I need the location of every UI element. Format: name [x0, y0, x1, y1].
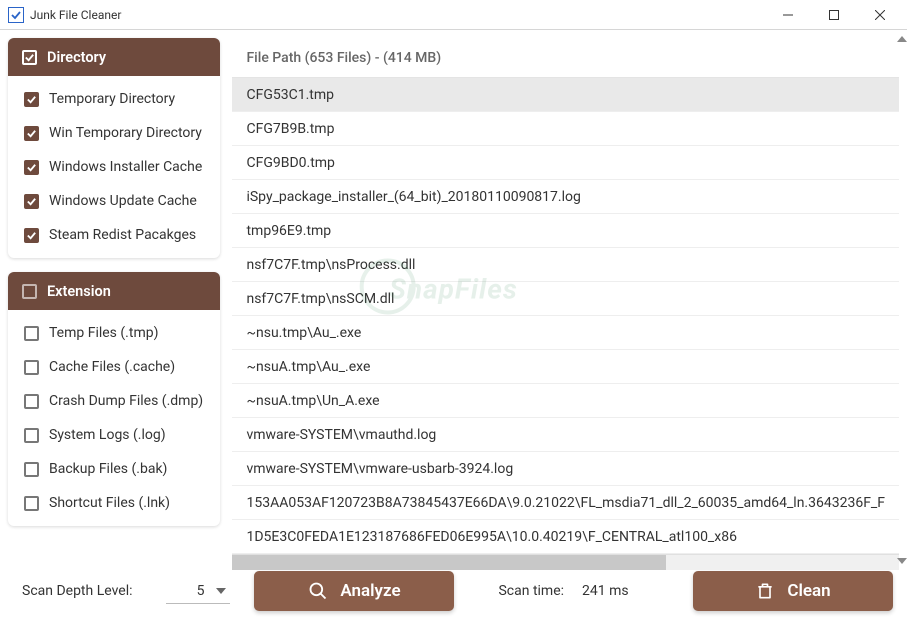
extension-options: Temp Files (.tmp) Cache Files (.cache) Cra… [8, 310, 220, 526]
file-row[interactable]: CFG7B9B.tmp [232, 112, 899, 146]
directory-panel: Directory Temporary Directory Win Tempora… [8, 38, 220, 258]
checkbox[interactable] [24, 462, 39, 477]
option-item[interactable]: Backup Files (.bak) [8, 452, 220, 486]
checkbox[interactable] [24, 496, 39, 511]
directory-options: Temporary Directory Win Temporary Directo… [8, 76, 220, 258]
file-row[interactable]: CFG53C1.tmp [232, 78, 899, 112]
option-label: Temp Files (.tmp) [49, 325, 158, 341]
file-row[interactable]: vmware-SYSTEM\vmware-usbarb-3924.log [232, 452, 899, 486]
search-icon [308, 581, 328, 601]
scroll-down-arrow[interactable] [895, 554, 907, 568]
option-item[interactable]: Windows Update Cache [8, 184, 220, 218]
option-label: Shortcut Files (.lnk) [49, 495, 170, 511]
file-row[interactable]: vmware-SYSTEM\vmauthd.log [232, 418, 899, 452]
analyze-button[interactable]: Analyze [254, 571, 454, 611]
sidebar: Directory Temporary Directory Win Tempora… [8, 38, 220, 570]
main-area: Directory Temporary Directory Win Tempora… [0, 30, 907, 570]
checkbox[interactable] [24, 160, 39, 175]
file-row[interactable]: nsf7C7F.tmp\nsSCM.dll [232, 282, 899, 316]
file-list: File Path (653 Files) - (414 MB) CFG53C1… [232, 38, 899, 570]
file-row[interactable]: iSpy_package_installer_(64_bit)_20180110… [232, 180, 899, 214]
checkbox[interactable] [24, 360, 39, 375]
file-row[interactable]: CFG9BD0.tmp [232, 146, 899, 180]
option-label: Crash Dump Files (.dmp) [49, 393, 203, 409]
file-list-header[interactable]: File Path (653 Files) - (414 MB) [232, 38, 899, 78]
chevron-down-icon [216, 588, 226, 594]
file-list-body[interactable]: CFG53C1.tmpCFG7B9B.tmpCFG9BD0.tmpiSpy_pa… [232, 78, 899, 554]
option-item[interactable]: Crash Dump Files (.dmp) [8, 384, 220, 418]
option-label: System Logs (.log) [49, 427, 166, 443]
minimize-button[interactable] [765, 0, 811, 30]
option-item[interactable]: Temp Files (.tmp) [8, 316, 220, 350]
option-label: Windows Update Cache [49, 193, 197, 209]
option-label: Cache Files (.cache) [49, 359, 175, 375]
checkbox[interactable] [24, 326, 39, 341]
option-item[interactable]: Temporary Directory [8, 82, 220, 116]
option-item[interactable]: Steam Redist Pacakges [8, 218, 220, 252]
file-row[interactable]: nsf7C7F.tmp\nsProcess.dll [232, 248, 899, 282]
scan-time: Scan time: 241 ms [498, 583, 628, 599]
titlebar: Junk File Cleaner [0, 0, 907, 30]
option-label: Steam Redist Pacakges [49, 227, 196, 243]
clean-button-label: Clean [787, 581, 830, 601]
checkbox[interactable] [24, 92, 39, 107]
file-row[interactable]: 1D5E3C0FEDA1E123187686FED06E995A\10.0.40… [232, 520, 899, 554]
checkbox[interactable] [24, 194, 39, 209]
file-row[interactable]: ~nsuA.tmp\Un_A.exe [232, 384, 899, 418]
scan-time-value: 241 ms [582, 583, 629, 599]
checkbox[interactable] [24, 394, 39, 409]
option-label: Win Temporary Directory [49, 125, 202, 141]
file-row[interactable]: ~nsu.tmp\Au_.exe [232, 316, 899, 350]
trash-icon [755, 581, 775, 601]
extension-panel: Extension Temp Files (.tmp) Cache Files (… [8, 272, 220, 526]
scroll-up-arrow[interactable] [895, 32, 907, 46]
horizontal-scrollbar[interactable] [232, 554, 899, 570]
option-label: Windows Installer Cache [49, 159, 202, 175]
extension-header[interactable]: Extension [8, 272, 220, 310]
file-row[interactable]: tmp96E9.tmp [232, 214, 899, 248]
option-item[interactable]: Windows Installer Cache [8, 150, 220, 184]
scan-depth-value: 5 [197, 583, 205, 599]
option-item[interactable]: Shortcut Files (.lnk) [8, 486, 220, 520]
option-item[interactable]: System Logs (.log) [8, 418, 220, 452]
scan-time-label: Scan time: [498, 583, 564, 599]
option-item[interactable]: Cache Files (.cache) [8, 350, 220, 384]
option-label: Backup Files (.bak) [49, 461, 167, 477]
checkbox[interactable] [24, 428, 39, 443]
vertical-scrollbar[interactable] [895, 30, 907, 570]
window-controls [765, 0, 903, 30]
extension-header-checkbox[interactable] [22, 284, 37, 299]
scan-depth-label: Scan Depth Level: [22, 583, 132, 599]
bottom-bar: Scan Depth Level: 5 Analyze Scan time: 2… [0, 570, 907, 620]
option-label: Temporary Directory [49, 91, 175, 107]
maximize-button[interactable] [811, 0, 857, 30]
analyze-button-label: Analyze [340, 581, 400, 601]
option-item[interactable]: Win Temporary Directory [8, 116, 220, 150]
checkbox[interactable] [24, 228, 39, 243]
horizontal-scrollbar-thumb[interactable] [232, 555, 665, 570]
app-icon [8, 7, 24, 23]
file-row[interactable]: ~nsuA.tmp\Au_.exe [232, 350, 899, 384]
extension-header-label: Extension [47, 283, 111, 300]
directory-header-label: Directory [47, 49, 106, 66]
clean-button[interactable]: Clean [693, 571, 893, 611]
directory-header-checkbox[interactable] [22, 50, 37, 65]
close-button[interactable] [857, 0, 903, 30]
file-row[interactable]: 153AA053AF120723B8A73845437E66DA\9.0.210… [232, 486, 899, 520]
window-title: Junk File Cleaner [30, 8, 765, 22]
checkbox[interactable] [24, 126, 39, 141]
directory-header[interactable]: Directory [8, 38, 220, 76]
scan-depth-select[interactable]: 5 [166, 579, 230, 604]
